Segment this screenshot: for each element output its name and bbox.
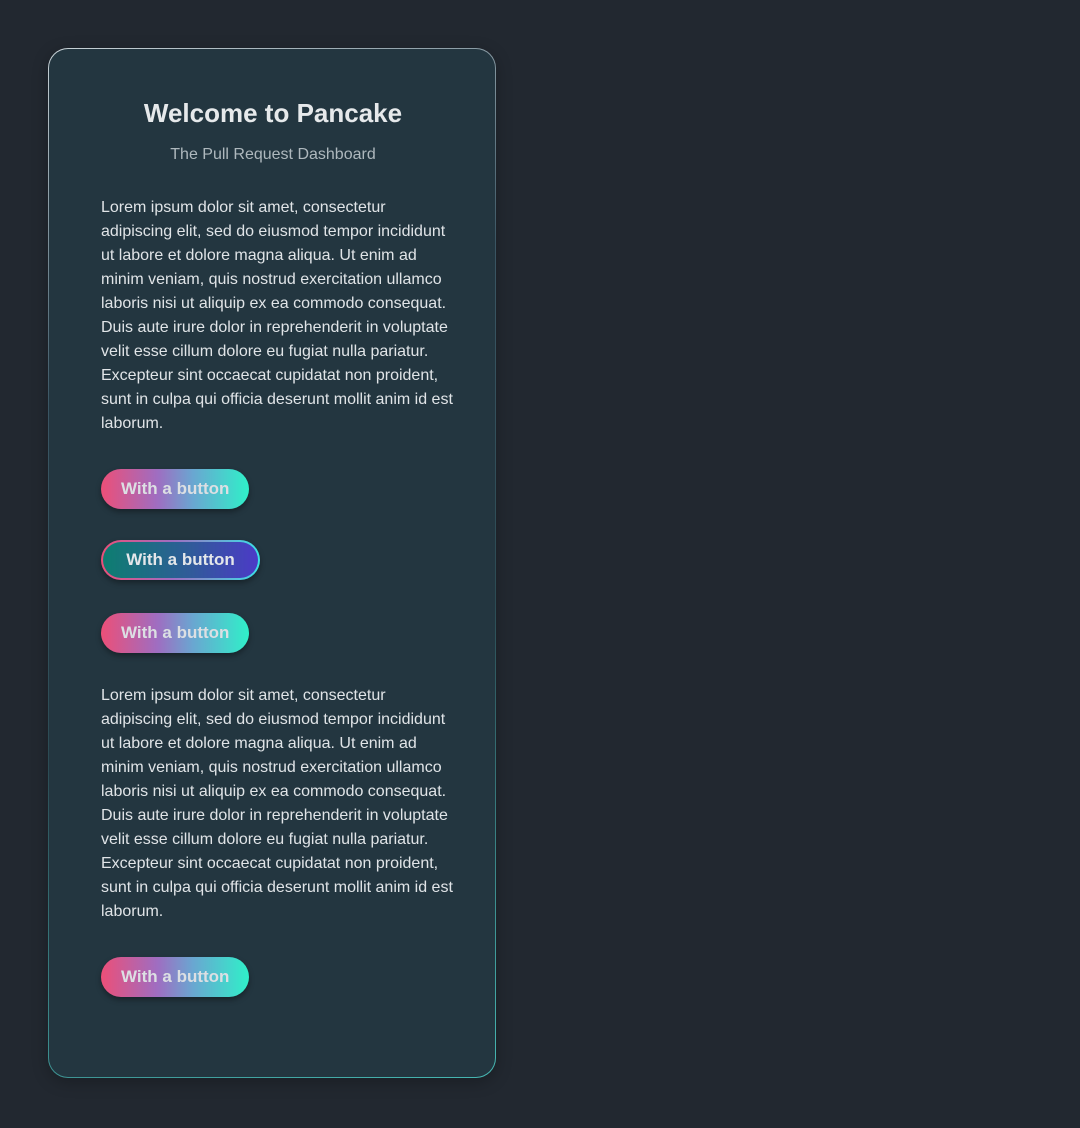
gradient-button-1[interactable]: With a button [101, 469, 250, 509]
outlined-gradient-button[interactable]: With a button [101, 540, 260, 580]
gradient-button-2[interactable]: With a button [101, 613, 250, 653]
gradient-button-3[interactable]: With a button [101, 957, 250, 997]
card-subtitle: The Pull Request Dashboard [170, 146, 376, 163]
body-paragraph-1: Lorem ipsum dolor sit amet, consectetur … [101, 199, 453, 432]
body-paragraph-2: Lorem ipsum dolor sit amet, consectetur … [101, 687, 453, 920]
card-title: Welcome to Pancake [143, 98, 403, 128]
welcome-card: Welcome to Pancake The Pull Request Dash… [48, 48, 496, 1078]
